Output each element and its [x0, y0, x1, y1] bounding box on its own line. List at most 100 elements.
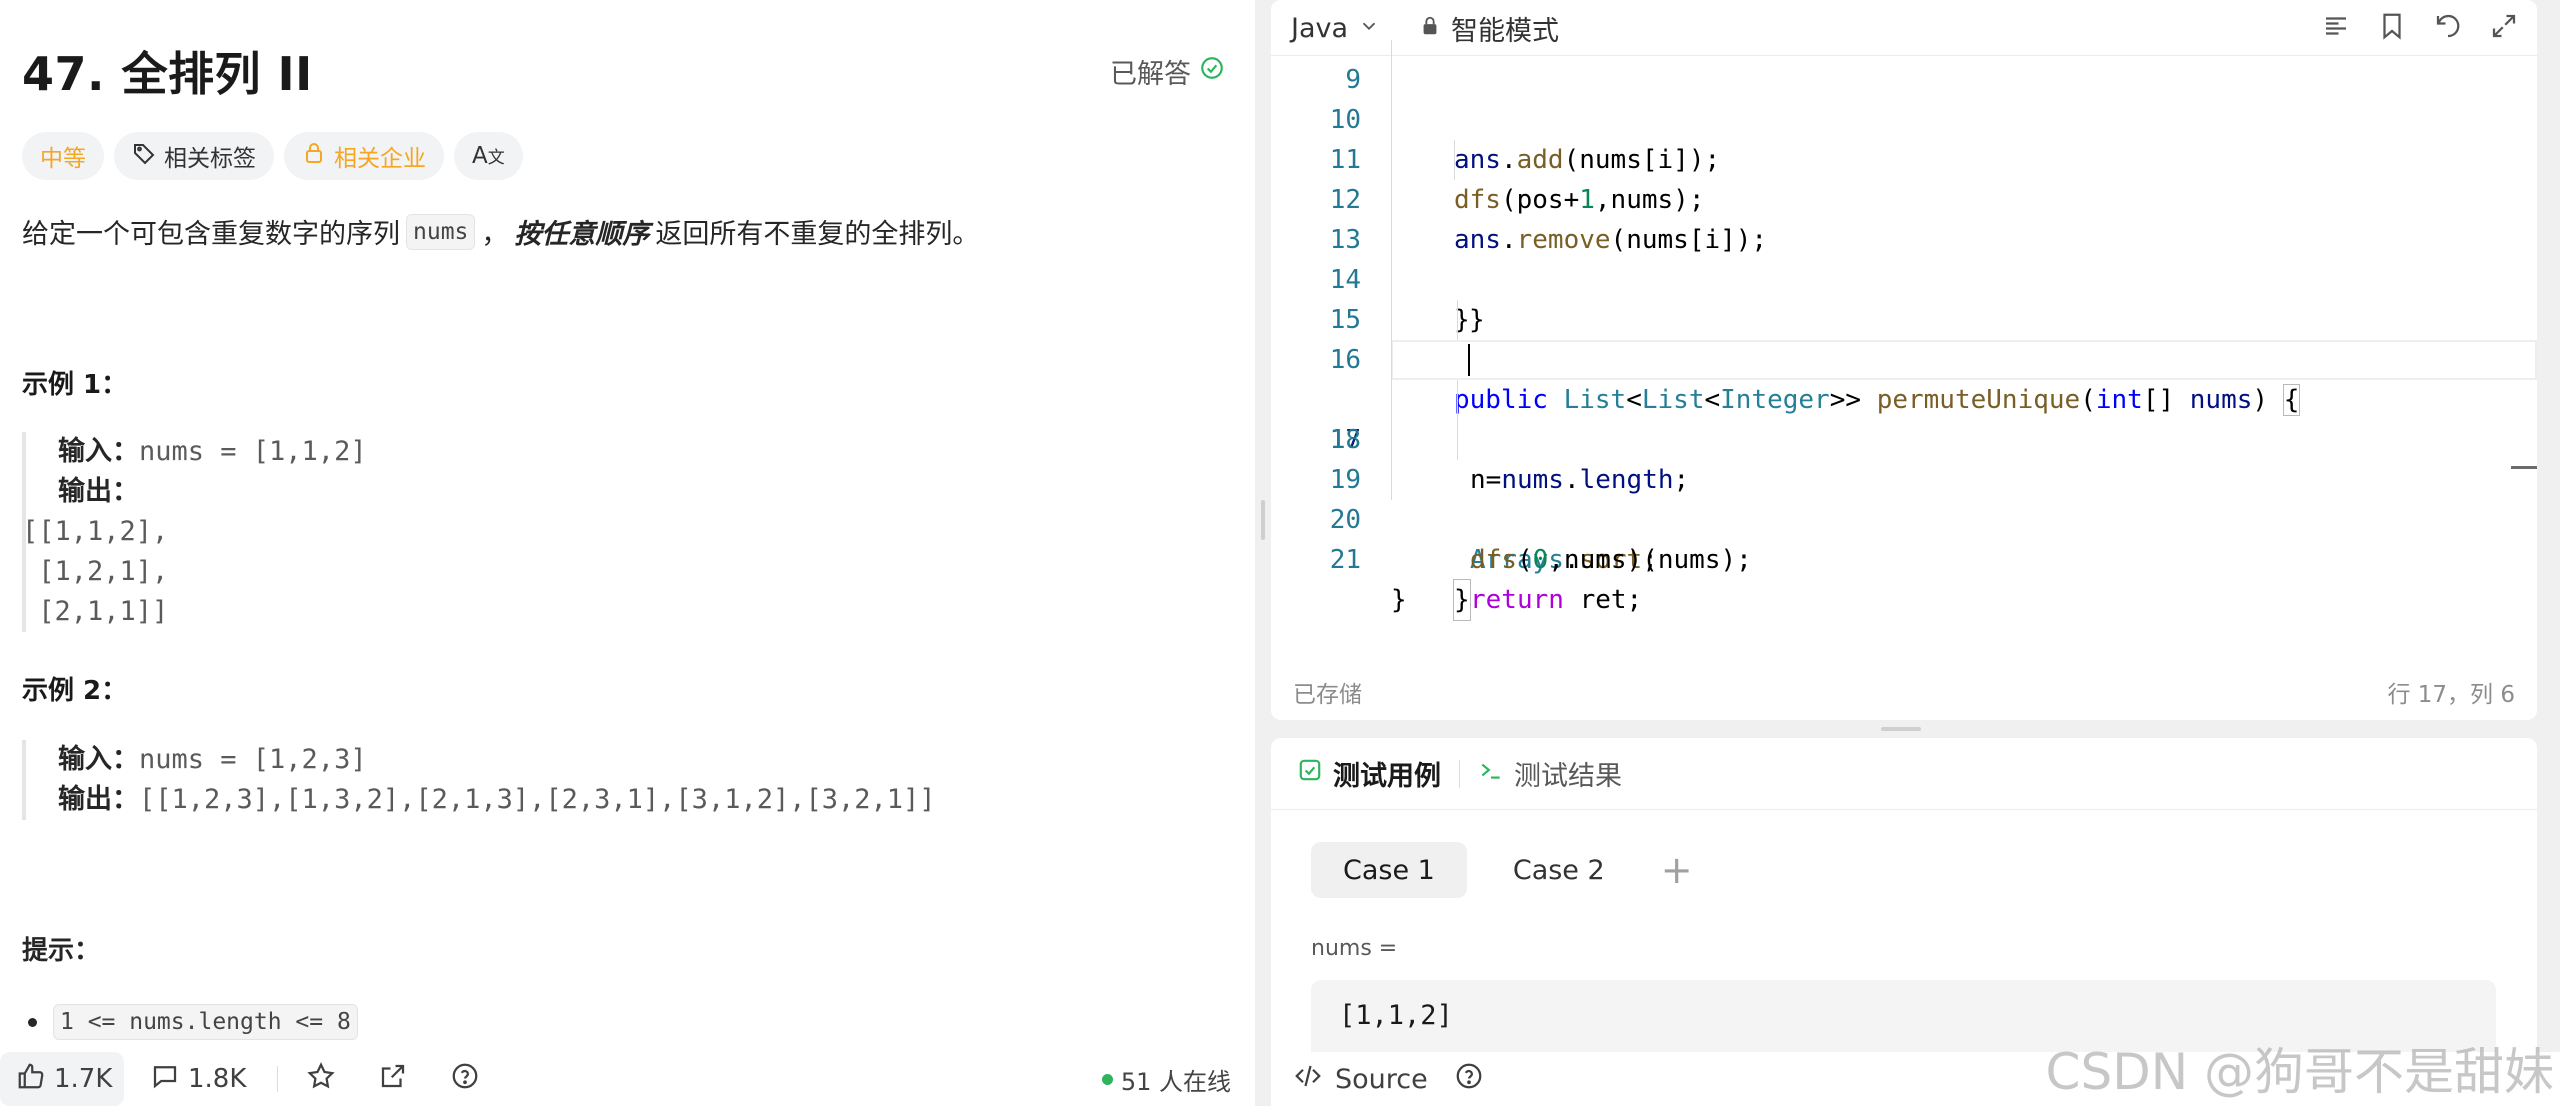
tag-bar: 中等 相关标签 相关企业 A文	[22, 132, 523, 180]
tab-test-cases[interactable]: 测试用例	[1297, 754, 1441, 793]
language-label: Java	[1291, 12, 1349, 44]
indent-guide	[1391, 220, 1392, 260]
example-1-block: 输入：nums = [1,1,2] 输出： [[1,1,2], [1,2,1],…	[22, 432, 367, 632]
share-button[interactable]	[378, 1052, 408, 1106]
case-tab-1[interactable]: Case 1	[1311, 842, 1467, 898]
thumbs-up-icon	[16, 1061, 46, 1098]
favorite-button[interactable]	[306, 1052, 336, 1106]
online-count: 51 人在线	[1101, 1052, 1231, 1106]
workspace-panel: Java 智能模式 9 ans.add(nums[i]); 10 dfs(pos…	[1271, 0, 2560, 1106]
indent-guide	[1391, 140, 1392, 180]
divider	[277, 1066, 278, 1092]
source-button[interactable]: Source	[1335, 1064, 1428, 1095]
splitter-grip[interactable]	[1261, 500, 1265, 540]
cursor-position: 行 17，列 6	[2387, 682, 2515, 708]
hint-code: 1 <= nums.length <= 8	[53, 1004, 358, 1040]
desc-prefix: 给定一个可包含重复数字的序列	[22, 219, 400, 250]
help-button[interactable]	[450, 1052, 480, 1106]
param-label: nums =	[1311, 936, 1398, 961]
hint-list-item: 1 <= nums.length <= 8	[28, 1004, 358, 1040]
translate-icon: A文	[472, 143, 505, 169]
comments-button[interactable]: 1.8K	[150, 1052, 246, 1106]
text-cursor	[1468, 344, 1470, 376]
code-line: 11 ans.remove(nums[i]);	[1271, 100, 2537, 255]
code-line: 18 dfs(0,nums);	[1271, 380, 2537, 575]
title-row: 47. 全排列 II 已解答	[22, 38, 1225, 101]
bullet-icon	[28, 1017, 37, 1027]
example-1-input-label: 输入：	[58, 436, 139, 467]
horizontal-splitter-grip[interactable]	[1881, 727, 1921, 731]
example-2-output: 输出：[[1,2,3],[1,3,2],[2,1,3],[2,3,1],[3,1…	[58, 780, 936, 820]
indent-guide	[1391, 60, 1392, 100]
desc-code-nums: nums	[406, 213, 476, 250]
code-text: }	[1391, 585, 1407, 615]
like-button[interactable]: 1.7K	[0, 1052, 124, 1106]
example-2-input: 输入：nums = [1,2,3]	[58, 740, 936, 780]
hint-title: 提示：	[22, 936, 101, 966]
desc-comma: ，	[481, 219, 509, 250]
code-line: 10 dfs(pos+1,nums);	[1271, 60, 2537, 215]
example-1-input-value: nums = [1,1,2]	[139, 436, 367, 467]
code-line: 20 }	[1271, 460, 2537, 621]
checkbox-icon	[1297, 757, 1323, 790]
related-tags-button[interactable]: 相关标签	[114, 132, 274, 180]
scrollbar-marker[interactable]	[2511, 466, 2537, 469]
code-text: dfs(0,nums);	[1470, 545, 1658, 575]
desc-emphasis: 按任意顺序	[514, 219, 650, 250]
lock-icon	[302, 141, 326, 171]
code-line: 9 ans.add(nums[i]);	[1271, 40, 2537, 175]
difficulty-tag[interactable]: 中等	[22, 132, 104, 180]
indent-guide	[1391, 180, 1392, 220]
indent-guide	[1391, 460, 1392, 500]
indent-guide	[1391, 380, 1392, 420]
example-2-title: 示例 2：	[22, 676, 128, 706]
indent-guide	[1454, 140, 1455, 180]
problem-description: 给定一个可包含重复数字的序列 nums ， 按任意顺序 返回所有不重复的全排列。	[22, 212, 979, 251]
example-2-input-label: 输入：	[58, 744, 139, 775]
code-line: 16 n=nums.length;	[1271, 300, 2537, 495]
code-text: }	[1453, 579, 1471, 621]
code-icon	[1293, 1061, 1323, 1098]
indent-guide	[1457, 420, 1458, 460]
example-2-input-value: nums = [1,2,3]	[139, 744, 367, 775]
tab-test-cases-label: 测试用例	[1333, 761, 1441, 792]
indent-guide	[1391, 340, 1392, 380]
example-1-output: 输出：	[58, 472, 367, 512]
check-circle-icon	[1199, 55, 1225, 88]
difficulty-label: 中等	[40, 146, 86, 172]
watermark: CSDN @狗哥不是甜妹	[2045, 1043, 2554, 1101]
online-label: 51 人在线	[1120, 1067, 1231, 1096]
example-2-output-label: 输出：	[58, 784, 139, 815]
related-tags-label: 相关标签	[164, 146, 256, 172]
code-editor: Java 智能模式 9 ans.add(nums[i]); 10 dfs(pos…	[1271, 0, 2537, 720]
desc-suffix: 返回所有不重复的全排列。	[655, 219, 980, 250]
indent-guide	[1391, 300, 1392, 340]
indent-guide	[1391, 100, 1392, 140]
example-1-output-line: [1,2,1],	[22, 556, 169, 587]
indent-guide	[1457, 380, 1458, 420]
problem-action-bar: 1.7K 1.8K 51 人在线	[0, 1052, 1255, 1106]
tab-test-results[interactable]: 测试结果	[1478, 754, 1622, 793]
code-line-current: 17 Arrays.sort(nums);	[1271, 340, 2537, 575]
code-area[interactable]: 9 ans.add(nums[i]); 10 dfs(pos+1,nums); …	[1271, 40, 2537, 640]
example-1-output-line: [[1,1,2],	[22, 516, 169, 547]
comment-count: 1.8K	[188, 1064, 247, 1094]
example-2-output-value: [[1,2,3],[1,3,2],[2,1,3],[2,3,1],[3,1,2]…	[139, 784, 936, 815]
star-icon	[306, 1061, 336, 1098]
case-tabs: Case 1 Case 2 +	[1311, 842, 1693, 898]
code-line: 15 public List<List<Integer>> permuteUni…	[1271, 260, 2537, 416]
related-companies-button[interactable]: 相关企业	[284, 132, 444, 180]
solved-label: 已解答	[1110, 59, 1191, 90]
current-line-highlight	[1391, 340, 2537, 380]
terminal-icon	[1478, 757, 1504, 790]
line-number: 21	[1329, 545, 1361, 575]
example-1-input: 输入：nums = [1,1,2]	[58, 432, 367, 472]
panel-splitter[interactable]	[1255, 0, 1271, 1106]
solved-status: 已解答	[1110, 52, 1225, 91]
question-circle-icon[interactable]	[1454, 1061, 1484, 1098]
case-tab-2[interactable]: Case 2	[1481, 842, 1637, 898]
translate-button[interactable]: A文	[454, 132, 523, 180]
example-1-title: 示例 1：	[22, 370, 128, 400]
indent-guide	[1391, 40, 1392, 60]
add-case-button[interactable]: +	[1661, 848, 1693, 892]
